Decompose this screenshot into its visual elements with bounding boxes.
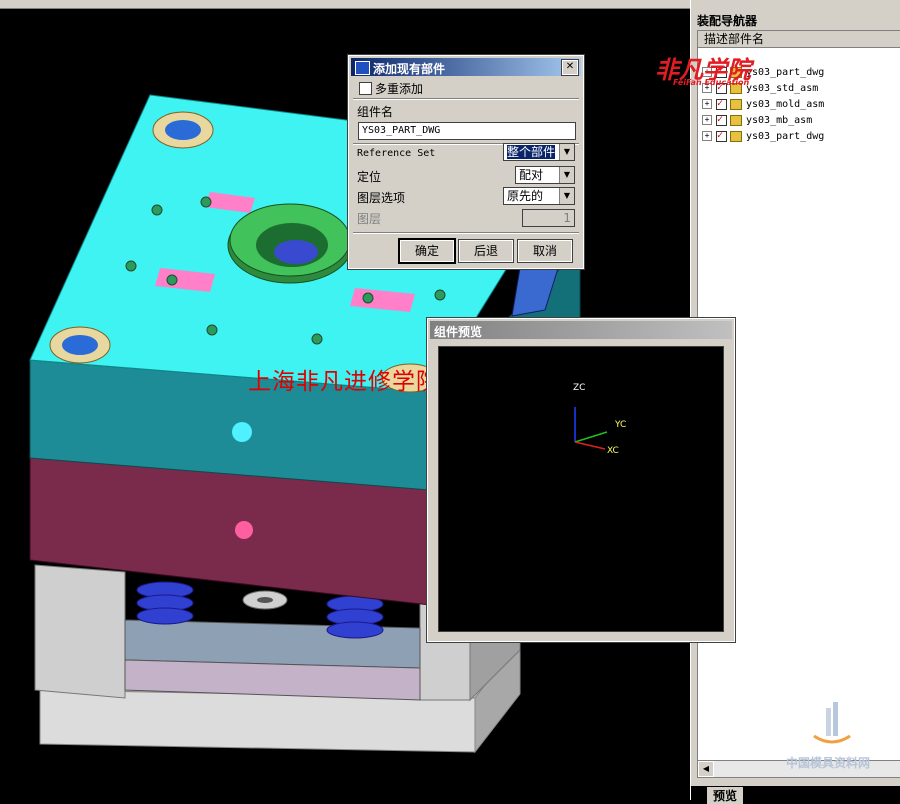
preview-titlebar[interactable]: 组件预览 (430, 321, 732, 339)
multi-add-label: 多重添加 (375, 82, 424, 96)
reference-set-select[interactable]: 整个部件 ▼ (503, 143, 575, 161)
ok-button[interactable]: 确定 (398, 238, 456, 264)
add-existing-part-dialog: 添加现有部件 ✕ 多重添加 组件名 Reference Set 定位 图层选项 … (347, 54, 585, 270)
back-button[interactable]: 后退 (458, 239, 514, 263)
component-name-label: 组件名 (357, 105, 394, 119)
checkbox-icon[interactable] (716, 96, 727, 112)
app-icon (355, 61, 370, 75)
multi-add-checkbox[interactable] (359, 82, 372, 95)
assembly-icon (730, 114, 742, 126)
preview-section-label: 预览 (707, 787, 744, 804)
column-header-description[interactable]: 描述部件名 (698, 31, 900, 48)
checkbox-icon[interactable] (716, 128, 727, 144)
logo-subtext: FeiFan Education (673, 78, 750, 87)
zc-axis-label: ZC (573, 383, 586, 393)
position-label: 定位 (357, 170, 382, 184)
component-preview-window: 组件预览 ZC YC XC (426, 317, 736, 643)
xc-axis-label: XC (607, 446, 619, 456)
position-select[interactable]: 配对 ▼ (515, 166, 575, 184)
assembly-icon (730, 130, 742, 142)
chevron-down-icon[interactable]: ▼ (559, 188, 574, 204)
tree-row[interactable]: + ys03_part_dwg (702, 128, 825, 145)
watermark-logo-icon (813, 702, 851, 744)
tree-row-label: ys03_std_asm (746, 83, 819, 94)
feifan-logo: 非凡学院 FeiFan Education (655, 50, 751, 87)
layer-option-select[interactable]: 原先的 ▼ (503, 187, 575, 205)
chevron-down-icon[interactable]: ▼ (559, 167, 574, 183)
expand-icon[interactable]: + (702, 99, 712, 109)
checkbox-icon[interactable] (716, 112, 727, 128)
scroll-left-icon[interactable]: ◀ (698, 761, 714, 777)
position-value: 配对 (519, 168, 544, 182)
assembly-icon (730, 98, 742, 110)
preview-section[interactable]: 预览 (691, 786, 900, 804)
layer-label: 图层 (357, 212, 382, 226)
dialog-titlebar[interactable]: 添加现有部件 ✕ (351, 58, 581, 76)
dialog-title: 添加现有部件 (373, 62, 446, 76)
close-icon[interactable]: ✕ (561, 59, 579, 76)
tree-row-label: ys03_part_dwg (746, 67, 825, 78)
preview-canvas[interactable]: ZC YC XC (438, 346, 724, 632)
component-name-input[interactable]: YS03_PART_DWG (358, 122, 576, 140)
chevron-down-icon[interactable]: ▼ (559, 144, 574, 160)
watermark-site-text: 中国模具资料网 (786, 756, 871, 770)
reference-set-label: Reference Set (357, 148, 436, 159)
divider (353, 232, 579, 234)
yc-axis-label: YC (615, 420, 627, 430)
layer-option-label: 图层选项 (357, 191, 406, 205)
preview-title: 组件预览 (434, 325, 483, 339)
tree-row-label: ys03_mold_asm (746, 99, 825, 110)
tree-row-label: ys03_mb_asm (746, 115, 813, 126)
navigator-title: 装配导航器 (697, 14, 758, 28)
tree-row-label: ys03_part_dwg (746, 131, 825, 142)
divider (353, 98, 579, 100)
layer-option-value: 原先的 (507, 189, 544, 203)
expand-icon[interactable]: + (702, 131, 712, 141)
layer-input[interactable]: 1 (522, 209, 575, 227)
reference-set-value: 整个部件 (507, 145, 556, 159)
expand-icon[interactable]: + (702, 115, 712, 125)
cancel-button[interactable]: 取消 (517, 239, 573, 263)
